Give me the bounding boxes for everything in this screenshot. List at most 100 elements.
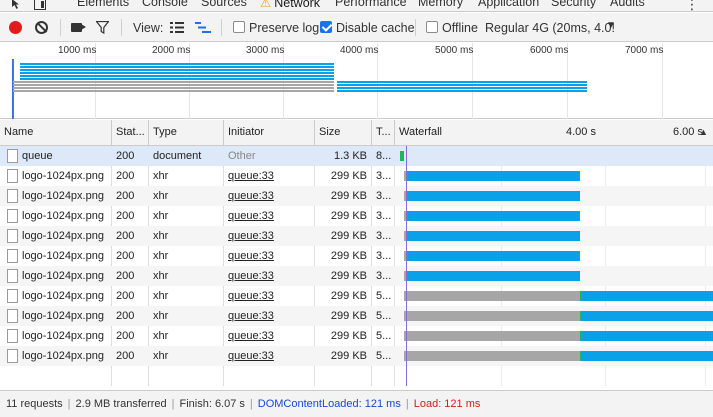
request-status: 200: [116, 230, 135, 242]
file-icon: [7, 169, 18, 183]
overview-waterfall-icon[interactable]: [195, 22, 211, 33]
table-row[interactable]: logo-1024px.png 200 xhr queue:33 299 KB 3...: [0, 246, 713, 266]
tab-console[interactable]: Console: [142, 0, 188, 9]
separator: |: [405, 398, 409, 410]
waterfall-bar-download[interactable]: [407, 251, 580, 261]
request-name[interactable]: logo-1024px.png: [18, 166, 111, 186]
request-name[interactable]: logo-1024px.png: [18, 226, 111, 246]
request-name[interactable]: logo-1024px.png: [18, 246, 111, 266]
tab-sources[interactable]: Sources: [201, 0, 247, 9]
table-row[interactable]: logo-1024px.png 200 xhr queue:33 299 KB 5...: [0, 306, 713, 326]
preserve-log-checkbox[interactable]: [233, 21, 245, 33]
overview-bar-download: [19, 75, 335, 77]
table-row[interactable]: logo-1024px.png 200 xhr queue:33 299 KB 3...: [0, 206, 713, 226]
request-name[interactable]: logo-1024px.png: [18, 286, 111, 306]
request-table-header: Name Stat... Type Initiator Size T... Wa…: [0, 120, 713, 146]
inspect-element-icon[interactable]: [11, 0, 23, 10]
request-initiator[interactable]: queue:33: [224, 206, 314, 226]
tab-performance[interactable]: Performance: [335, 0, 407, 9]
request-initiator[interactable]: queue:33: [224, 226, 314, 246]
request-initiator[interactable]: queue:33: [224, 346, 314, 366]
tab-audits[interactable]: Audits: [610, 0, 645, 9]
table-row[interactable]: logo-1024px.png 200 xhr queue:33 299 KB 3...: [0, 226, 713, 246]
offline-label[interactable]: Offline: [442, 21, 478, 35]
tab-elements[interactable]: Elements: [77, 0, 129, 9]
waterfall-bar-download[interactable]: [581, 331, 713, 341]
table-row[interactable]: logo-1024px.png 200 xhr queue:33 299 KB 5...: [0, 346, 713, 366]
column-header-type[interactable]: Type: [149, 120, 224, 146]
waterfall-bar-download[interactable]: [407, 191, 580, 201]
request-initiator[interactable]: queue:33: [224, 166, 314, 186]
request-name[interactable]: logo-1024px.png: [18, 306, 111, 326]
request-type: xhr: [153, 250, 169, 262]
waterfall-bar-download[interactable]: [581, 311, 713, 321]
column-header-status[interactable]: Stat...: [112, 120, 149, 146]
capture-screenshots-icon[interactable]: [71, 23, 86, 32]
clear-icon[interactable]: [35, 21, 48, 34]
request-name[interactable]: queue: [18, 146, 111, 166]
request-name[interactable]: logo-1024px.png: [18, 346, 111, 366]
preserve-log-label[interactable]: Preserve log: [249, 21, 319, 35]
toolbar-divider: [60, 19, 61, 36]
disable-cache-label[interactable]: Disable cache: [336, 21, 415, 35]
request-initiator[interactable]: queue:33: [224, 246, 314, 266]
offline-checkbox[interactable]: [426, 21, 438, 33]
request-type: xhr: [153, 170, 169, 182]
waterfall-bar-waiting[interactable]: [404, 331, 580, 341]
more-options-icon[interactable]: ⋮: [685, 0, 699, 11]
overview-bar-waiting: [13, 84, 335, 86]
waterfall-bar-waiting[interactable]: [404, 311, 580, 321]
chevron-down-icon[interactable]: ▼: [606, 20, 616, 31]
large-rows-icon[interactable]: [170, 22, 184, 33]
request-time: 5...: [376, 330, 392, 342]
table-row[interactable]: queue 200 document Other 1.3 KB 8...: [0, 146, 713, 166]
tab-security[interactable]: Security: [551, 0, 596, 9]
tab-network[interactable]: ⚠ Network: [260, 0, 320, 10]
waterfall-bar-download[interactable]: [407, 271, 580, 281]
table-row[interactable]: logo-1024px.png 200 xhr queue:33 299 KB 5...: [0, 286, 713, 306]
request-name[interactable]: logo-1024px.png: [18, 186, 111, 206]
status-bar: 11 requests | 2.9 MB transferred | Finish: 6…: [0, 390, 713, 417]
request-initiator[interactable]: queue:33: [224, 286, 314, 306]
request-initiator[interactable]: queue:33: [224, 306, 314, 326]
request-initiator[interactable]: queue:33: [224, 186, 314, 206]
request-initiator[interactable]: queue:33: [224, 266, 314, 286]
column-header-time[interactable]: T...: [372, 120, 395, 146]
request-name[interactable]: logo-1024px.png: [18, 266, 111, 286]
overview-bar-download: [337, 84, 587, 86]
column-header-size[interactable]: Size: [315, 120, 372, 146]
request-initiator[interactable]: queue:33: [224, 326, 314, 346]
record-icon[interactable]: [9, 21, 22, 34]
throttling-select[interactable]: Regular 4G (20ms, 4.0!: [485, 21, 615, 35]
request-name[interactable]: logo-1024px.png: [18, 206, 111, 226]
dom-content-loaded-time: DOMContentLoaded: 121 ms: [257, 398, 401, 410]
overview-bar-download: [19, 78, 335, 80]
request-size: 299 KB: [330, 350, 367, 362]
waterfall-bar-download[interactable]: [407, 171, 580, 181]
table-row[interactable]: logo-1024px.png 200 xhr queue:33 299 KB 3...: [0, 266, 713, 286]
waterfall-bar-ttfb[interactable]: [400, 151, 405, 161]
device-toolbar-icon[interactable]: [34, 0, 46, 10]
filter-icon[interactable]: [96, 21, 109, 34]
overview-bar-download: [337, 81, 587, 83]
tab-memory[interactable]: Memory: [418, 0, 463, 9]
disable-cache-checkbox[interactable]: [320, 21, 332, 33]
waterfall-bar-download[interactable]: [581, 291, 713, 301]
overview-tick-label: 6000 ms: [530, 45, 569, 56]
waterfall-bar-download[interactable]: [581, 351, 713, 361]
table-row[interactable]: logo-1024px.png 200 xhr queue:33 299 KB 5...: [0, 326, 713, 346]
request-name[interactable]: logo-1024px.png: [18, 326, 111, 346]
network-overview[interactable]: 1000 ms 2000 ms 3000 ms 4000 ms 5000 ms …: [0, 43, 713, 119]
waterfall-bar-download[interactable]: [407, 231, 580, 241]
waterfall-bar-download[interactable]: [407, 211, 580, 221]
waterfall-bar-waiting[interactable]: [404, 351, 580, 361]
tab-application[interactable]: Application: [478, 0, 539, 9]
request-time: 3...: [376, 230, 392, 242]
column-header-name[interactable]: Name: [0, 120, 112, 146]
column-header-initiator[interactable]: Initiator: [224, 120, 315, 146]
column-header-waterfall[interactable]: Waterfall: [395, 120, 713, 146]
table-row[interactable]: logo-1024px.png 200 xhr queue:33 299 KB 3...: [0, 186, 713, 206]
table-row[interactable]: logo-1024px.png 200 xhr queue:33 299 KB 3...: [0, 166, 713, 186]
waterfall-bar-waiting[interactable]: [404, 291, 580, 301]
sort-indicator-icon[interactable]: ▲: [699, 120, 708, 144]
